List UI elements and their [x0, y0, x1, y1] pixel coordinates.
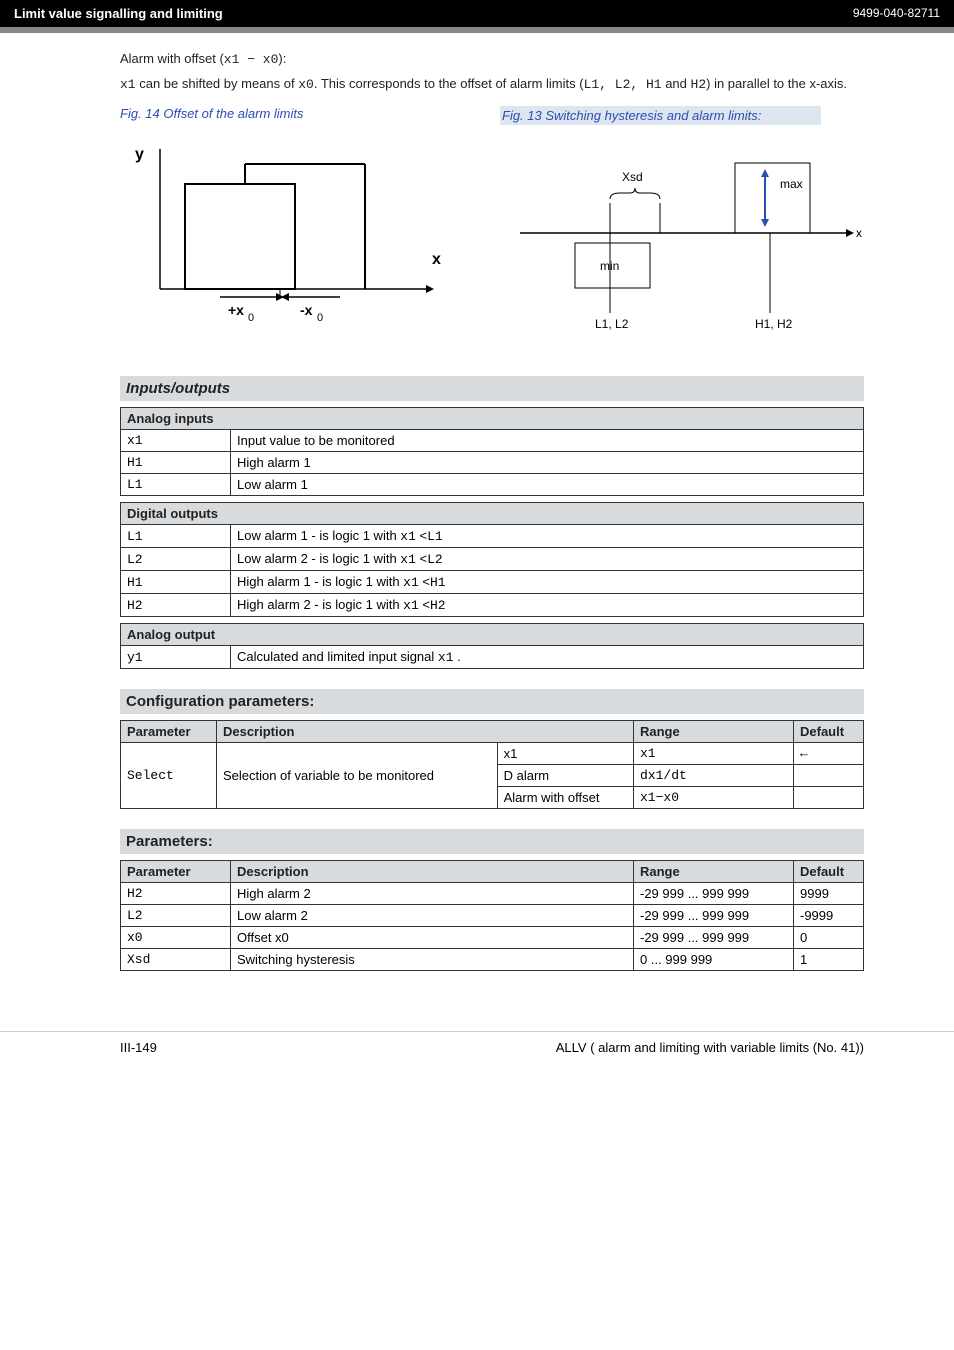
- table-row: H2High alarm 2 - is logic 1 with x1 <H2: [121, 594, 864, 617]
- table-row: H1High alarm 1 - is logic 1 with x1 <H1: [121, 571, 864, 594]
- label-plusx0: +x: [228, 302, 244, 318]
- table-row: L1Low alarm 1 - is logic 1 with x1 <L1: [121, 525, 864, 548]
- footer-right: ALLV ( alarm and limiting with variable …: [556, 1040, 864, 1055]
- fig14-diagram: y x +x 0 -x 0: [120, 129, 460, 329]
- fig13-diagram: x L1, L2 H1, H2 Xsd min m: [500, 133, 880, 343]
- intro-line1: Alarm with offset (x1 − x0):: [120, 49, 864, 70]
- params-table: Parameter Description Range Default H2Hi…: [120, 860, 864, 971]
- label-minusx0: -x: [300, 302, 313, 318]
- header-right: 9499-040-82711: [853, 6, 940, 21]
- table-row: x1Input value to be monitored: [121, 430, 864, 452]
- footer: III-149 ALLV ( alarm and limiting with v…: [0, 1031, 954, 1075]
- config-title: Configuration parameters:: [120, 689, 864, 714]
- svg-text:H1, H2: H1, H2: [755, 317, 793, 331]
- table-row: H1High alarm 1: [121, 452, 864, 474]
- table-row: Select Selection of variable to be monit…: [121, 743, 864, 765]
- digital-outputs-header: Digital outputs: [121, 503, 864, 525]
- analog-inputs-header: Analog inputs: [121, 408, 864, 430]
- header-left: Limit value signalling and limiting: [14, 6, 223, 21]
- intro-line2: x1 can be shifted by means of x0. This c…: [120, 74, 864, 95]
- params-title: Parameters:: [120, 829, 864, 854]
- fig13-caption: Fig. 13 Switching hysteresis and alarm l…: [500, 106, 821, 125]
- table-row: L1Low alarm 1: [121, 474, 864, 496]
- table-row: XsdSwitching hysteresis0 ... 999 9991: [121, 949, 864, 971]
- digital-outputs-table: Digital outputs L1Low alarm 1 - is logic…: [120, 502, 864, 617]
- table-row: L2Low alarm 2-29 999 ... 999 999-9999: [121, 905, 864, 927]
- config-table: Parameter Description Range Default Sele…: [120, 720, 864, 809]
- svg-text:Xsd: Xsd: [622, 170, 643, 184]
- table-row: H2High alarm 2-29 999 ... 999 9999999: [121, 883, 864, 905]
- svg-text:L1, L2: L1, L2: [595, 317, 629, 331]
- footer-left: III-149: [120, 1040, 157, 1055]
- analog-inputs-table: Analog inputs x1Input value to be monito…: [120, 407, 864, 496]
- svg-text:0: 0: [248, 312, 254, 324]
- label-y: y: [135, 146, 144, 163]
- inputs-outputs-title: Inputs/outputs: [120, 376, 864, 401]
- arrow-left-icon: ←: [794, 743, 864, 765]
- table-row: L2Low alarm 2 - is logic 1 with x1 <L2: [121, 548, 864, 571]
- svg-text:max: max: [780, 177, 803, 191]
- svg-text:x: x: [856, 226, 862, 240]
- svg-text:min: min: [600, 259, 619, 273]
- label-x: x: [432, 251, 441, 268]
- svg-text:0: 0: [317, 312, 323, 324]
- table-row: y1Calculated and limited input signal x1…: [121, 646, 864, 669]
- table-row: x0Offset x0-29 999 ... 999 9990: [121, 927, 864, 949]
- header-bar: Limit value signalling and limiting 9499…: [0, 0, 954, 27]
- analog-output-header: Analog output: [121, 624, 864, 646]
- analog-output-table: Analog output y1Calculated and limited i…: [120, 623, 864, 669]
- fig14-caption: Fig. 14 Offset of the alarm limits: [120, 106, 460, 121]
